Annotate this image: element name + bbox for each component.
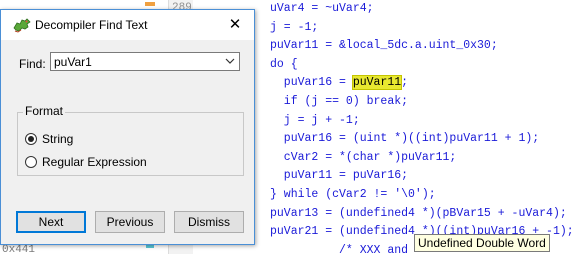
code-line[interactable]: j = j + -1;	[270, 112, 574, 131]
code-line[interactable]: cVar2 = *(char *)puVar11;	[270, 149, 574, 168]
close-button[interactable]: ✕	[222, 15, 248, 35]
string-radio[interactable]	[25, 133, 37, 145]
decompiled-code[interactable]: uVar4 = ~uVar4; j = -1; puVar11 = &local_5…	[270, 0, 574, 260]
code-line[interactable]: puVar16 = puVar11;	[270, 74, 574, 93]
regex-radio[interactable]	[25, 156, 37, 168]
code-token[interactable]: puVar13 = (undefined4 *)(pBVar15 + -uVar…	[270, 207, 567, 220]
code-token[interactable]: puVar16 =	[270, 76, 353, 89]
dialog-title: Decompiler Find Text	[35, 18, 148, 32]
code-token[interactable]: /* XXX and	[270, 244, 408, 257]
highlighted-token[interactable]: puVar11	[351, 75, 403, 91]
code-line[interactable]: if (j == 0) break;	[270, 93, 574, 112]
code-line[interactable]: } while (cVar2 != '\0');	[270, 186, 574, 205]
find-label: Find:	[19, 57, 46, 71]
left-fragment: 0x441	[2, 244, 36, 256]
previous-button[interactable]: Previous	[95, 211, 165, 233]
code-token[interactable]: puVar11 = puVar16;	[270, 169, 408, 182]
format-group-title: Format	[23, 104, 66, 118]
regex-radio-label[interactable]: Regular Expression	[42, 155, 147, 169]
code-token[interactable]: uVar4 = ~uVar4;	[270, 2, 374, 15]
find-input[interactable]: puVar1	[54, 55, 92, 69]
dismiss-button[interactable]: Dismiss	[174, 211, 244, 233]
dialog-titlebar[interactable]: Decompiler Find Text ✕	[1, 10, 254, 40]
next-button[interactable]: Next	[16, 211, 86, 233]
code-line[interactable]: puVar11 = puVar16;	[270, 167, 574, 186]
code-line[interactable]: j = -1;	[270, 19, 574, 38]
code-token[interactable]: puVar11 = &local_5dc.a.uint_0x30;	[270, 39, 498, 52]
code-line[interactable]: puVar16 = (uint *)((int)puVar11 + 1);	[270, 130, 574, 149]
string-radio-label[interactable]: String	[42, 132, 73, 146]
code-line[interactable]: puVar13 = (undefined4 *)(pBVar15 + -uVar…	[270, 205, 574, 224]
ghidra-dragon-icon	[13, 18, 31, 33]
code-token[interactable]: j = j + -1;	[270, 114, 360, 127]
code-token[interactable]: j = -1;	[270, 21, 318, 34]
code-token[interactable]: } while (cVar2 != '\0');	[270, 188, 436, 201]
code-line[interactable]: uVar4 = ~uVar4;	[270, 0, 574, 19]
code-token[interactable]: if (j == 0) break;	[270, 95, 408, 108]
dialog-body: Find: puVar1 Format String Regular Expre…	[1, 40, 254, 244]
code-token[interactable]: puVar16 = (uint *)((int)puVar11 + 1);	[270, 132, 539, 145]
code-line[interactable]: puVar11 = &local_5dc.a.uint_0x30;	[270, 37, 574, 56]
code-line[interactable]: do {	[270, 56, 574, 75]
find-combobox[interactable]: puVar1	[50, 52, 240, 71]
code-token[interactable]: ;	[401, 76, 408, 89]
code-token[interactable]: do {	[270, 58, 298, 71]
chevron-down-icon[interactable]	[225, 55, 235, 67]
hover-tooltip: Undefined Double Word	[414, 234, 550, 252]
code-token[interactable]: cVar2 = *(char *)puVar11;	[270, 151, 457, 164]
find-text-dialog: Decompiler Find Text ✕ Find: puVar1 Form…	[0, 9, 255, 245]
